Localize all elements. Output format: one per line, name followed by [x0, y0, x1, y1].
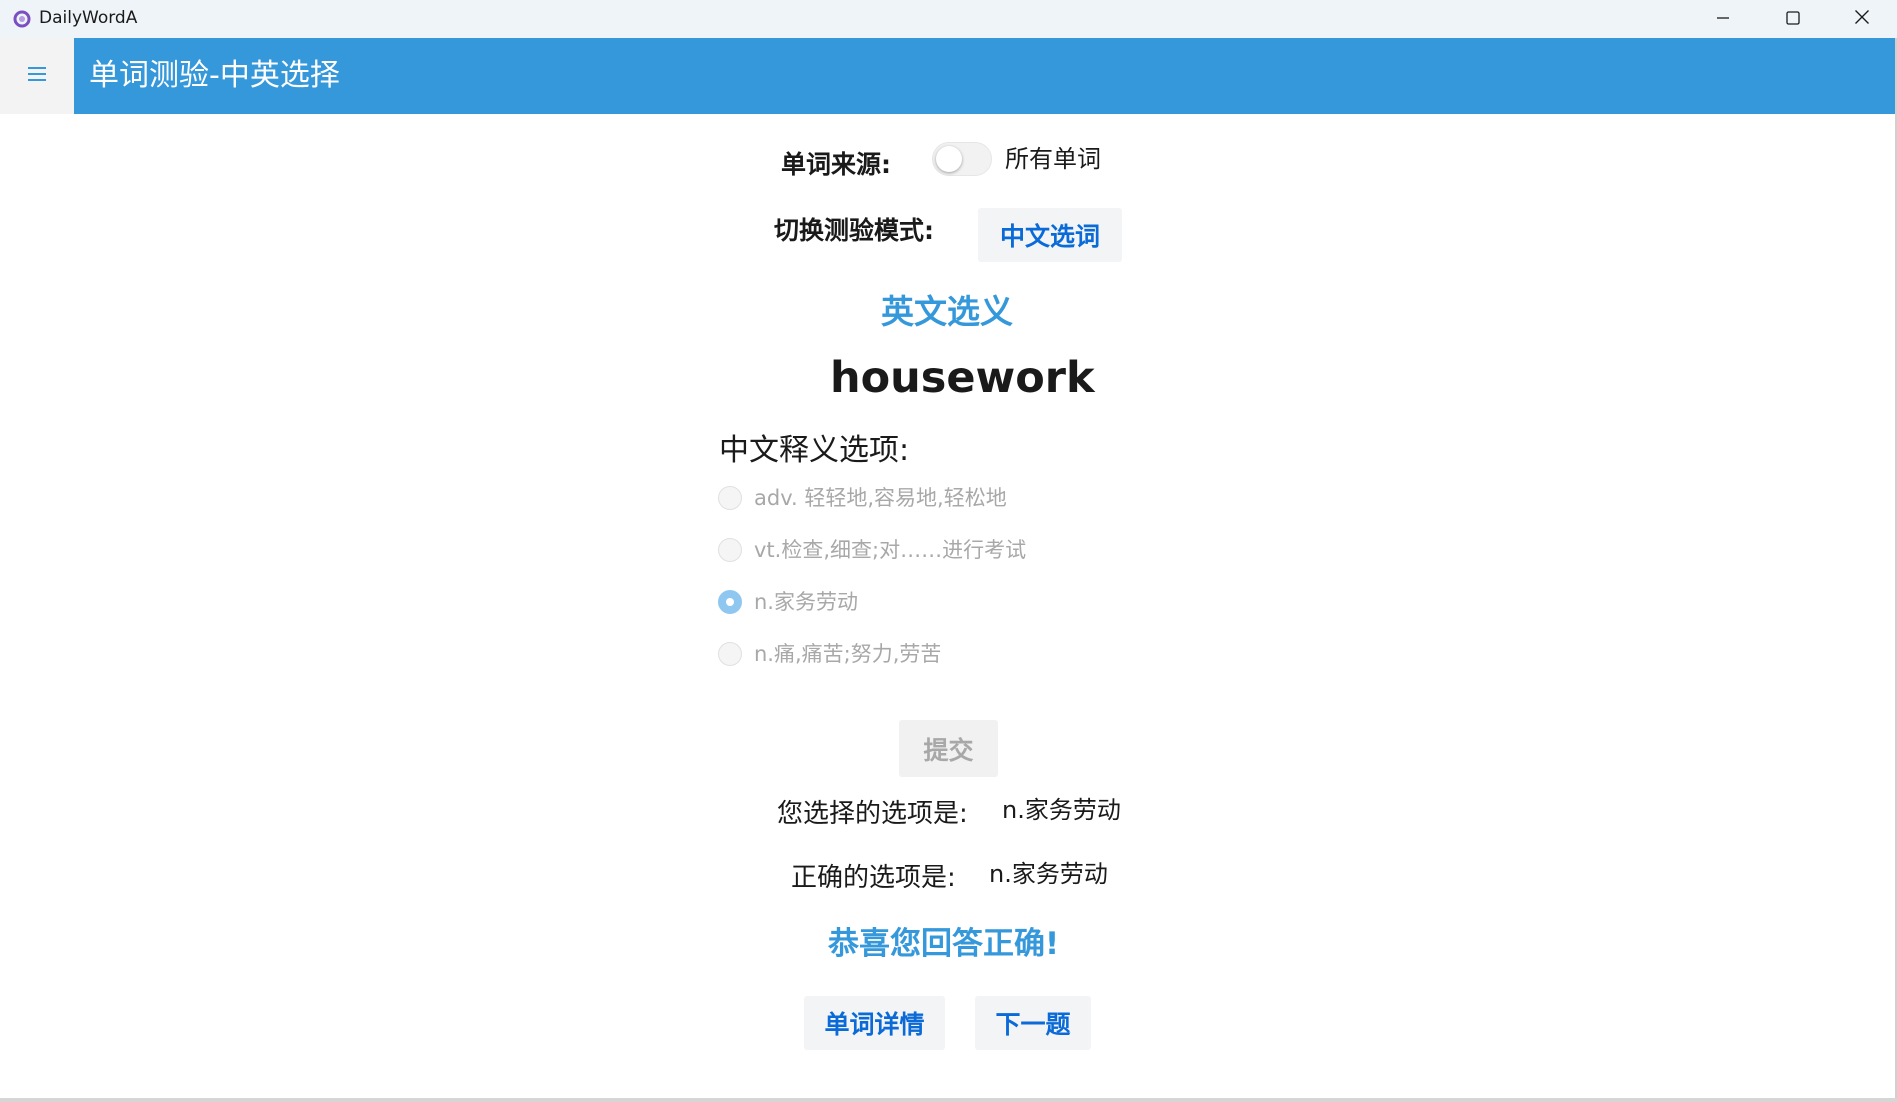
option-item[interactable]: vt.检查,细查;对……进行考试: [718, 534, 1026, 566]
quiz-word: housework: [830, 353, 1095, 403]
result-message: 恭喜您回答正确!: [828, 926, 1060, 962]
options-label: 中文释义选项:: [719, 433, 910, 468]
radio-button[interactable]: [718, 642, 742, 666]
next-question-button[interactable]: 下一题: [975, 996, 1091, 1050]
title-bar: DailyWordA: [0, 0, 1897, 38]
quiz-content: 单词来源: 所有单词 切换测验模式: 中文选词 英文选义 housework 中…: [0, 114, 1897, 1102]
option-text: n.痛,痛苦;努力,劳苦: [754, 642, 942, 666]
app-window: DailyWordA 单词测验-中英选择 单词来源: 所有单词 切换测验模式: …: [0, 0, 1897, 1102]
word-source-label: 单词来源:: [781, 150, 891, 179]
close-icon: [1854, 9, 1870, 29]
word-details-button[interactable]: 单词详情: [804, 996, 945, 1050]
radio-button[interactable]: [718, 486, 742, 510]
selected-answer-label: 您选择的选项是:: [777, 799, 968, 829]
word-source-toggle-label: 所有单词: [1005, 145, 1101, 173]
correct-answer-value: n.家务劳动: [989, 860, 1108, 888]
radio-button-checked[interactable]: [718, 590, 742, 614]
hamburger-icon: [28, 66, 46, 86]
maximize-icon: [1786, 10, 1800, 29]
correct-answer-label: 正确的选项是:: [791, 863, 956, 893]
app-logo-icon: [13, 10, 31, 28]
page-header: 单词测验-中英选择: [74, 38, 1897, 114]
current-mode-title: 英文选义: [881, 292, 1013, 331]
minimize-icon: [1716, 10, 1730, 29]
option-text: adv. 轻轻地,容易地,轻松地: [754, 486, 1007, 510]
radio-button[interactable]: [718, 538, 742, 562]
close-button[interactable]: [1827, 0, 1897, 38]
nav-menu-button[interactable]: [0, 38, 74, 114]
option-text: n.家务劳动: [754, 590, 858, 614]
quiz-mode-label: 切换测验模式:: [774, 216, 934, 245]
word-source-toggle[interactable]: [932, 142, 992, 176]
option-text: vt.检查,细查;对……进行考试: [754, 538, 1027, 562]
app-title: DailyWordA: [39, 8, 138, 28]
window-bottom-edge: [0, 1098, 1897, 1102]
option-item[interactable]: adv. 轻轻地,容易地,轻松地: [718, 482, 1007, 514]
option-item[interactable]: n.痛,痛苦;努力,劳苦: [718, 638, 941, 670]
switch-mode-button[interactable]: 中文选词: [978, 208, 1122, 262]
toggle-knob: [936, 146, 962, 172]
maximize-button[interactable]: [1758, 0, 1828, 38]
submit-button[interactable]: 提交: [899, 720, 998, 777]
option-item-selected[interactable]: n.家务劳动: [718, 586, 858, 618]
selected-answer-value: n.家务劳动: [1002, 796, 1121, 824]
page-title: 单词测验-中英选择: [89, 58, 340, 93]
minimize-button[interactable]: [1688, 0, 1758, 38]
